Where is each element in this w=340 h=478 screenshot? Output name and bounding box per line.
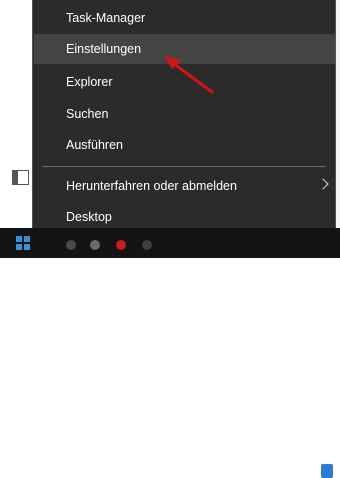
desktop-background-right (336, 0, 340, 258)
taskbar-app-icon[interactable] (321, 464, 333, 478)
menu-separator (42, 166, 326, 167)
menu-item-search[interactable]: Suchen (34, 99, 335, 129)
menu-item-label: Herunterfahren oder abmelden (66, 179, 237, 193)
menu-item-run[interactable]: Ausführen (34, 130, 335, 160)
chevron-right-icon (317, 178, 329, 190)
menu-item-shutdown-or-signout[interactable]: Herunterfahren oder abmelden (34, 171, 335, 201)
taskbar-app-icon[interactable] (90, 240, 100, 250)
window-icon[interactable] (12, 170, 29, 185)
desktop-background-left (0, 0, 32, 228)
taskbar-app-icon[interactable] (116, 240, 126, 250)
menu-item-task-manager[interactable]: Task-Manager (34, 3, 335, 33)
taskbar-app-icon[interactable] (66, 240, 76, 250)
taskbar (0, 228, 340, 478)
taskbar-app-icon[interactable] (142, 240, 152, 250)
quick-link-menu: Task-Manager Einstellungen Explorer Such… (32, 0, 336, 228)
windows-logo-icon[interactable] (16, 236, 30, 250)
annotation-arrow-icon (164, 56, 214, 94)
